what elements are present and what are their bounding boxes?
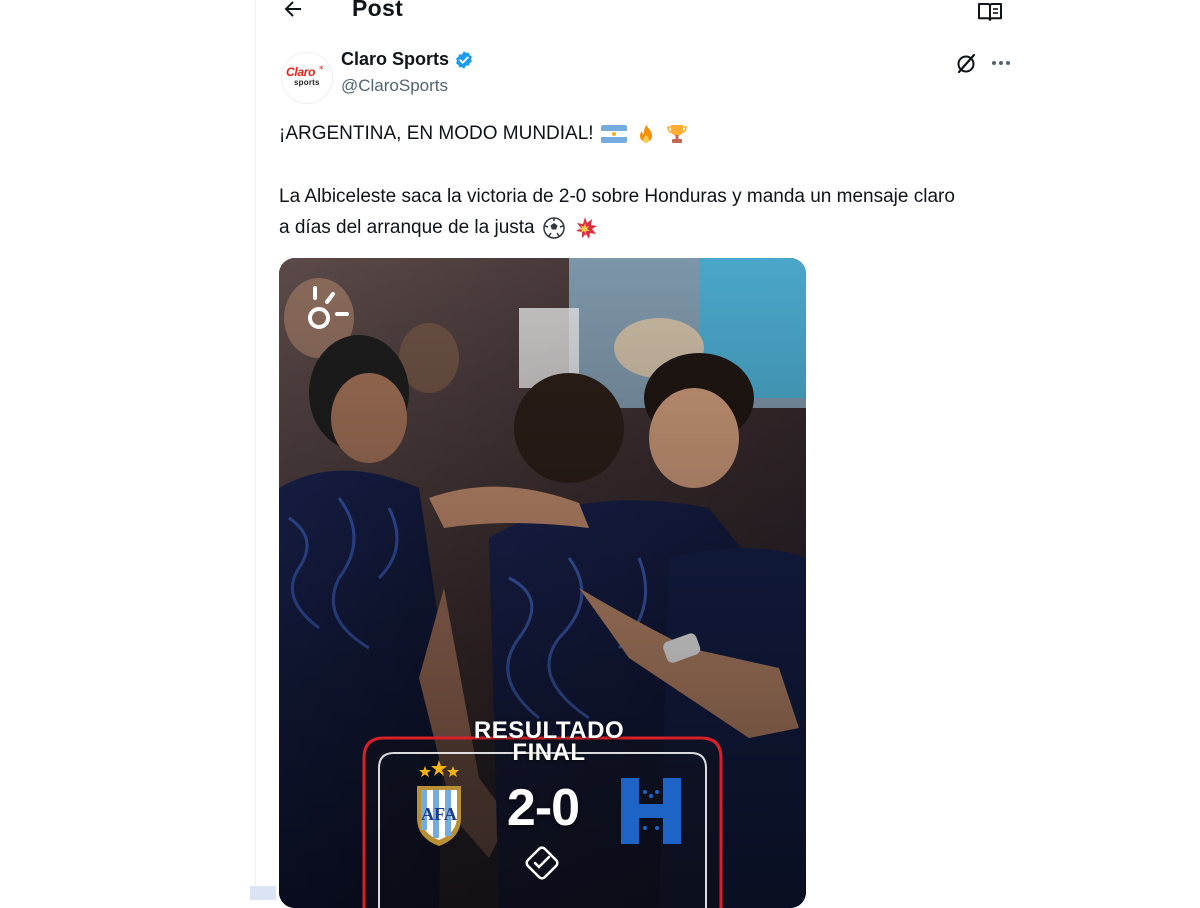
honduras-crest-icon [621, 778, 681, 844]
timeline-column-border [255, 0, 256, 900]
reader-button[interactable] [974, 0, 1006, 26]
author-display-name[interactable]: Claro Sports [341, 49, 449, 70]
svg-text:AFA: AFA [421, 804, 457, 824]
trophy-emoji [667, 124, 688, 143]
author-avatar[interactable]: Claro ⁎ sports [281, 52, 333, 104]
fire-emoji [640, 123, 653, 143]
tweet-headline: ¡ARGENTINA, EN MODO MUNDIAL! [279, 123, 594, 144]
tweet-text-line1: ¡ARGENTINA, EN MODO MUNDIAL! [279, 120, 689, 148]
back-button[interactable] [278, 0, 308, 24]
grok-button[interactable] [953, 50, 979, 76]
avatar-spark-icon: ⁎ [319, 61, 324, 71]
flag-argentina-emoji [600, 124, 627, 143]
tweet-text-body: La Albiceleste saca la victoria de 2-0 s… [279, 181, 969, 243]
avatar-logo-subtext: sports [294, 78, 320, 87]
afa-crest-icon: AFA [417, 760, 461, 846]
handshake-icon [525, 846, 559, 880]
avatar-logo-text: Claro [286, 65, 316, 79]
collision-emoji [576, 216, 598, 239]
soccer-ball-emoji [543, 217, 565, 239]
arrow-left-icon [284, 1, 301, 17]
page-title: Post [352, 0, 404, 21]
post-header: Post [256, 0, 1026, 28]
grok-icon [957, 53, 976, 74]
author-name-row: Claro Sports [341, 49, 474, 70]
result-label: RESULTADO FINAL [454, 719, 644, 766]
more-options-icon [991, 61, 1012, 65]
result-line2: FINAL [512, 739, 586, 766]
final-score: 2-0 [506, 779, 580, 837]
claro-sports-watermark-icon [308, 286, 349, 329]
author-handle[interactable]: @ClaroSports [341, 76, 448, 96]
verified-badge-icon [456, 50, 472, 69]
reader-mode-icon [978, 3, 1002, 21]
tweet-body-text: La Albiceleste saca la victoria de 2-0 s… [279, 186, 955, 238]
more-options-button[interactable] [988, 50, 1014, 76]
tweet-media-image[interactable]: RESULTADO FINAL AFA 2-0 [279, 258, 806, 908]
sidebar-edge [250, 886, 276, 900]
